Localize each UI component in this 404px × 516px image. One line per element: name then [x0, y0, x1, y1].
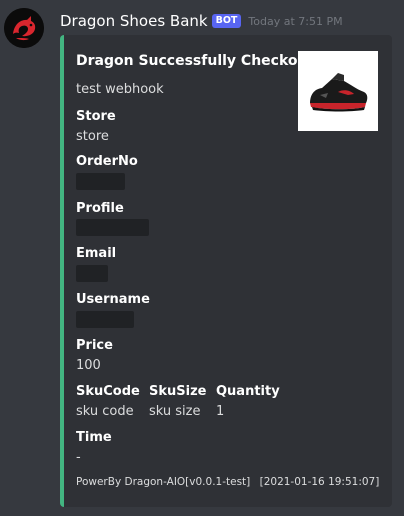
field-store-value: store: [76, 129, 109, 144]
field-orderno-name: OrderNo: [76, 154, 138, 169]
field-quantity-name: Quantity: [216, 384, 280, 399]
bot-badge: BOT: [211, 14, 242, 28]
field-username-redacted: [76, 311, 134, 328]
field-email-name: Email: [76, 246, 117, 261]
embed-footer: PowerBy Dragon-AIO[v0.0.1-test] [2021-01…: [76, 476, 379, 488]
field-skucode-name: SkuCode: [76, 384, 140, 399]
field-skucode-value: sku code: [76, 404, 134, 419]
field-email-redacted: [76, 265, 108, 282]
field-profile-redacted: [76, 219, 149, 236]
field-store-name: Store: [76, 109, 116, 124]
embed-thumbnail[interactable]: [298, 51, 378, 131]
field-username-name: Username: [76, 292, 150, 307]
field-profile-name: Profile: [76, 201, 124, 216]
author-username[interactable]: Dragon Shoes Bank: [60, 12, 208, 30]
field-price-name: Price: [76, 338, 113, 353]
embed-title: Dragon Successfully Checkout: [76, 53, 315, 69]
field-time-name: Time: [76, 430, 112, 445]
embed-description: test webhook: [76, 82, 164, 97]
field-price-value: 100: [76, 358, 101, 373]
sneaker-icon: [298, 51, 378, 131]
footer-timestamp: [2021-01-16 19:51:07]: [259, 476, 380, 488]
field-time-value: -: [76, 450, 81, 465]
dragon-logo-icon: [4, 8, 44, 48]
message-header: Dragon Shoes Bank BOT Today at 7:51 PM: [60, 11, 343, 31]
checkout-embed: Dragon Successfully Checkout test webhoo…: [60, 35, 392, 507]
field-skusize-name: SkuSize: [149, 384, 207, 399]
bot-avatar[interactable]: [4, 8, 44, 48]
message-timestamp: Today at 7:51 PM: [248, 14, 343, 28]
field-orderno-redacted: [76, 173, 125, 190]
footer-text: PowerBy Dragon-AIO[v0.0.1-test]: [76, 476, 251, 488]
field-skusize-value: sku size: [149, 404, 201, 419]
field-quantity-value: 1: [216, 404, 225, 419]
